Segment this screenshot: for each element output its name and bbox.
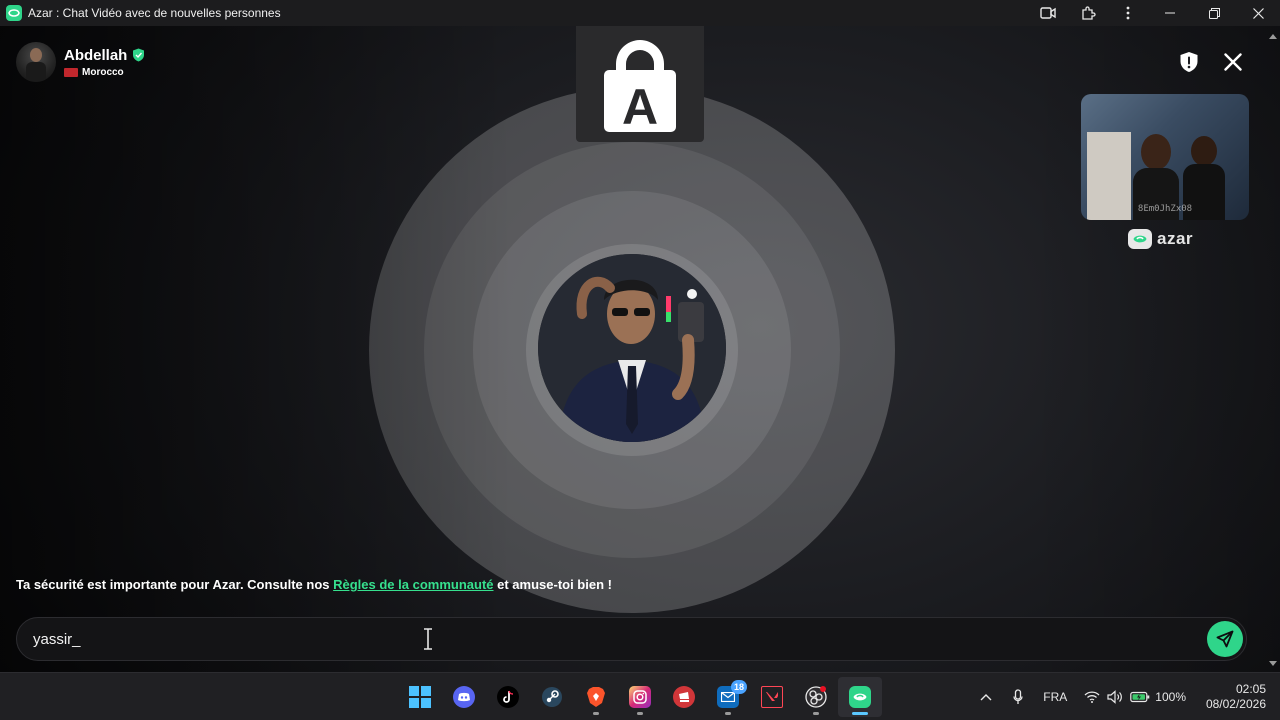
taskbar-brave[interactable] — [574, 677, 618, 717]
window-title: Azar : Chat Vidéo avec de nouvelles pers… — [28, 6, 281, 20]
taskbar-mail[interactable]: 18 — [706, 677, 750, 717]
clock-time: 02:05 — [1235, 682, 1266, 696]
discord-icon — [453, 686, 475, 708]
window-close-button[interactable] — [1236, 0, 1280, 26]
taskbar-riot[interactable] — [662, 677, 706, 717]
send-button[interactable] — [1207, 621, 1243, 657]
taskbar-azar[interactable] — [838, 677, 882, 717]
start-button[interactable] — [398, 677, 442, 717]
steam-icon — [541, 686, 563, 708]
chat-input[interactable]: yassir_ — [33, 618, 1183, 660]
battery-percent: 100% — [1155, 690, 1186, 704]
mail-badge: 18 — [731, 680, 747, 694]
notice-suffix: et amuse-toi bien ! — [493, 577, 612, 592]
preview-overlay-code: 8Em0JhZx08 — [1137, 204, 1193, 214]
camera-icon[interactable] — [1028, 0, 1068, 26]
close-icon[interactable] — [1220, 49, 1246, 75]
partner-name: Abdellah — [64, 46, 128, 64]
more-menu-icon[interactable] — [1108, 0, 1148, 26]
taskbar-obs[interactable] — [794, 677, 838, 717]
self-camera-preview: 8Em0JhZx08 — [1081, 94, 1249, 220]
azar-logo-icon — [1128, 229, 1152, 249]
clock-date: 08/02/2026 — [1205, 697, 1266, 711]
safety-notice: Ta sécurité est importante pour Azar. Co… — [16, 577, 612, 592]
azar-app-icon — [6, 5, 22, 21]
tiktok-icon — [497, 686, 519, 708]
restore-button[interactable] — [1192, 0, 1236, 26]
clock[interactable]: 02:05 08/02/2026 — [1200, 682, 1266, 712]
notice-prefix: Ta sécurité est importante pour Azar. Co… — [16, 577, 334, 592]
minimize-button[interactable] — [1148, 0, 1192, 26]
morocco-flag-icon — [64, 67, 78, 77]
brave-icon — [585, 686, 607, 708]
report-shield-button[interactable] — [1176, 49, 1202, 75]
taskbar: 18 FRA 100% 02:05 08/02/2026 — [0, 672, 1280, 720]
lock-letter: A — [622, 79, 658, 134]
input-language[interactable]: FRA — [1035, 690, 1075, 704]
battery-charging-icon[interactable] — [1129, 691, 1151, 703]
valorant-icon — [761, 686, 783, 708]
obs-icon — [805, 686, 827, 708]
partner-info: Abdellah Morocco — [16, 42, 145, 82]
instagram-icon — [629, 686, 651, 708]
azar-wordmark: azar — [1157, 229, 1194, 248]
title-bar: Azar : Chat Vidéo avec de nouvelles pers… — [0, 0, 1280, 26]
windows-icon — [409, 686, 431, 708]
show-hidden-icons-chevron-up-icon[interactable] — [971, 693, 1001, 701]
system-tray: FRA 100% 02:05 08/02/2026 — [971, 673, 1280, 720]
taskbar-steam[interactable] — [530, 677, 574, 717]
verified-shield-icon — [133, 48, 145, 62]
volume-icon[interactable] — [1103, 690, 1129, 704]
partner-avatar[interactable] — [16, 42, 56, 82]
taskbar-discord[interactable] — [442, 677, 486, 717]
taskbar-instagram[interactable] — [618, 677, 662, 717]
taskbar-valorant[interactable] — [750, 677, 794, 717]
app-window: Azar : Chat Vidéo avec de nouvelles pers… — [0, 0, 1280, 720]
partner-photo — [538, 254, 726, 442]
taskbar-tiktok[interactable] — [486, 677, 530, 717]
azar-lock-logo: A — [576, 26, 704, 142]
community-rules-link[interactable]: Règles de la communauté — [333, 577, 493, 592]
azar-brand: azar — [1128, 229, 1193, 249]
azar-icon — [849, 686, 871, 708]
extension-icon[interactable] — [1068, 0, 1108, 26]
riot-icon — [673, 686, 695, 708]
scroll-up-arrow-icon[interactable] — [1268, 32, 1278, 40]
text-cursor-icon — [424, 628, 432, 650]
wifi-icon[interactable] — [1081, 691, 1103, 703]
partner-country: Morocco — [82, 66, 124, 78]
scroll-down-arrow-icon[interactable] — [1268, 660, 1278, 668]
chat-bar: yassir_ — [16, 617, 1247, 661]
video-stage: Abdellah Morocco A 8Em0JhZx08 azar Ta sé… — [0, 26, 1280, 672]
microphone-icon[interactable] — [1001, 689, 1035, 705]
send-icon — [1216, 630, 1234, 648]
